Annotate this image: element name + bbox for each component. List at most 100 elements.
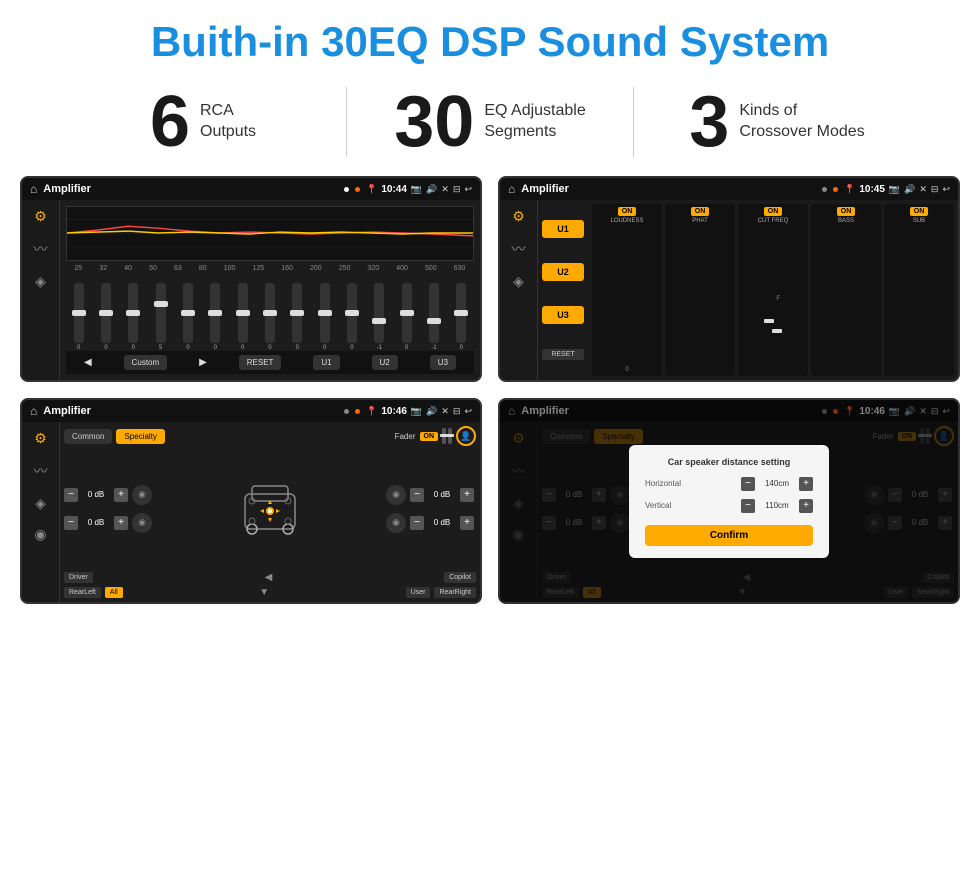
dialog-overlay: Car speaker distance setting Horizontal … <box>500 400 958 602</box>
loudness-on[interactable]: ON <box>618 207 637 216</box>
db4-minus[interactable]: − <box>410 516 424 530</box>
minimize-icon-2[interactable]: ⊟ <box>931 184 939 195</box>
eq-custom-button[interactable]: Custom <box>124 355 168 370</box>
location-icon: 📍 <box>366 184 377 195</box>
eq-reset-button[interactable]: RESET <box>239 355 282 370</box>
fader-tab-specialty[interactable]: Specialty <box>116 429 164 444</box>
eq-slider-6[interactable]: 0 <box>210 283 220 351</box>
sidebar-eq-icon[interactable]: ⚙ <box>34 208 47 225</box>
vertical-minus-button[interactable]: − <box>741 499 755 513</box>
db1-minus[interactable]: − <box>64 488 78 502</box>
home-icon[interactable]: ⌂ <box>30 182 37 196</box>
eq-slider-14[interactable]: -1 <box>429 283 439 351</box>
freq-80: 80 <box>199 265 207 272</box>
back-icon-2[interactable]: ↩ <box>942 184 950 195</box>
eq-slider-12[interactable]: -1 <box>374 283 384 351</box>
eq-slider-5[interactable]: 0 <box>183 283 193 351</box>
car-diagram <box>225 469 315 549</box>
eq-slider-8[interactable]: 0 <box>265 283 275 351</box>
u1-button[interactable]: U1 <box>542 220 584 238</box>
eq-slider-15[interactable]: 0 <box>456 283 466 351</box>
phat-on[interactable]: ON <box>691 207 710 216</box>
sub-on[interactable]: ON <box>910 207 929 216</box>
close-icon-2[interactable]: ✕ <box>919 184 927 195</box>
sidebar-eq-icon-3[interactable]: ⚙ <box>34 430 47 447</box>
fader-profile-icon[interactable]: 👤 <box>456 426 476 446</box>
driver-button[interactable]: Driver <box>64 572 93 583</box>
all-button[interactable]: All <box>105 587 123 598</box>
eq-slider-4[interactable]: 5 <box>156 283 166 351</box>
confirm-button[interactable]: Confirm <box>645 525 813 546</box>
u3-button[interactable]: U3 <box>542 306 584 324</box>
status-bar-2: ⌂ Amplifier 📍 10:45 📷 🔊 ✕ ⊟ ↩ <box>500 178 958 200</box>
db4-plus[interactable]: + <box>460 516 474 530</box>
horizontal-minus-button[interactable]: − <box>741 477 755 491</box>
u2-button[interactable]: U2 <box>542 263 584 281</box>
home-icon-2[interactable]: ⌂ <box>508 182 515 196</box>
eq-slider-13[interactable]: 0 <box>402 283 412 351</box>
sidebar-wave-icon-2[interactable]: 〰 <box>512 239 526 259</box>
db3-plus[interactable]: + <box>460 488 474 502</box>
close-icon-1[interactable]: ✕ <box>441 184 449 195</box>
left-sidebar-2: ⚙ 〰 ◈ <box>500 200 538 380</box>
location-icon-3: 📍 <box>366 406 377 417</box>
sidebar-speaker-icon-2[interactable]: ◈ <box>513 273 524 290</box>
sidebar-wave-icon[interactable]: 〰 <box>34 239 48 259</box>
freq-200: 200 <box>310 265 322 272</box>
eq-u2-button[interactable]: U2 <box>372 355 398 370</box>
screen-fader: ⌂ Amplifier 📍 10:46 📷 🔊 ✕ ⊟ ↩ ⚙ 〰 ◈ ◉ <box>20 398 482 604</box>
status-dot-6 <box>355 409 360 414</box>
sidebar-extra-icon-3[interactable]: ◉ <box>34 526 46 543</box>
eq-slider-2[interactable]: 0 <box>101 283 111 351</box>
user-button[interactable]: User <box>406 587 431 598</box>
db3-minus[interactable]: − <box>410 488 424 502</box>
status-time-1: 10:44 <box>381 184 407 195</box>
eq-slider-10[interactable]: 0 <box>320 283 330 351</box>
vertical-plus-button[interactable]: + <box>799 499 813 513</box>
db2-minus[interactable]: − <box>64 516 78 530</box>
stat-crossover: 3 Kinds ofCrossover Modes <box>634 86 920 158</box>
minimize-icon-3[interactable]: ⊟ <box>453 406 461 417</box>
sidebar-speaker-icon-3[interactable]: ◈ <box>35 495 46 512</box>
minimize-icon-1[interactable]: ⊟ <box>453 184 461 195</box>
fader-controls: − 0 dB + ◉ − 0 dB + ◉ <box>64 451 476 566</box>
back-icon-3[interactable]: ↩ <box>464 406 472 417</box>
eq-graph <box>66 206 474 261</box>
eq-main-area: 25 32 40 50 63 80 100 125 160 200 250 32… <box>60 200 480 380</box>
fader-bottom-row2: RearLeft All ▼ User RearRight <box>64 587 476 598</box>
db1-plus[interactable]: + <box>114 488 128 502</box>
sidebar-speaker-icon[interactable]: ◈ <box>35 273 46 290</box>
screen-eq: ⌂ Amplifier 📍 10:44 📷 🔊 ✕ ⊟ ↩ ⚙ 〰 ◈ <box>20 176 482 382</box>
db2-plus[interactable]: + <box>114 516 128 530</box>
eq-prev-button[interactable]: ◀ <box>84 357 92 368</box>
cutfreq-on[interactable]: ON <box>764 207 783 216</box>
rearleft-button[interactable]: RearLeft <box>64 587 101 598</box>
status-icons-1: 📍 10:44 📷 🔊 ✕ ⊟ ↩ <box>366 184 472 195</box>
eq-slider-1[interactable]: 0 <box>74 283 84 351</box>
sidebar-eq-icon-2[interactable]: ⚙ <box>512 208 525 225</box>
rearright-button[interactable]: RearRight <box>434 587 476 598</box>
eq-slider-9[interactable]: 0 <box>292 283 302 351</box>
eq-slider-7[interactable]: 0 <box>238 283 248 351</box>
screenshots-grid: ⌂ Amplifier 📍 10:44 📷 🔊 ✕ ⊟ ↩ ⚙ 〰 ◈ <box>0 176 980 624</box>
amp-reset-button[interactable]: RESET <box>542 349 584 360</box>
dialog-title: Car speaker distance setting <box>645 457 813 467</box>
status-bar-1: ⌂ Amplifier 📍 10:44 📷 🔊 ✕ ⊟ ↩ <box>22 178 480 200</box>
sidebar-wave-icon-3[interactable]: 〰 <box>34 461 48 481</box>
horizontal-plus-button[interactable]: + <box>799 477 813 491</box>
fader-left-col: − 0 dB + ◉ − 0 dB + ◉ <box>64 485 154 533</box>
bass-on[interactable]: ON <box>837 207 856 216</box>
fader-db-1: − 0 dB + ◉ <box>64 485 154 505</box>
home-icon-3[interactable]: ⌂ <box>30 404 37 418</box>
eq-u3-button[interactable]: U3 <box>430 355 456 370</box>
copilot-button[interactable]: Copilot <box>444 572 476 583</box>
close-icon-3[interactable]: ✕ <box>441 406 449 417</box>
eq-bottom-bar: ◀ Custom ▶ RESET U1 U2 U3 <box>66 351 474 374</box>
eq-u1-button[interactable]: U1 <box>313 355 339 370</box>
screen-amp: ⌂ Amplifier 📍 10:45 📷 🔊 ✕ ⊟ ↩ ⚙ 〰 ◈ U1 <box>498 176 960 382</box>
eq-slider-11[interactable]: 0 <box>347 283 357 351</box>
eq-slider-3[interactable]: 0 <box>128 283 138 351</box>
fader-tab-common[interactable]: Common <box>64 429 112 444</box>
eq-next-button[interactable]: ▶ <box>199 357 207 368</box>
back-icon-1[interactable]: ↩ <box>464 184 472 195</box>
